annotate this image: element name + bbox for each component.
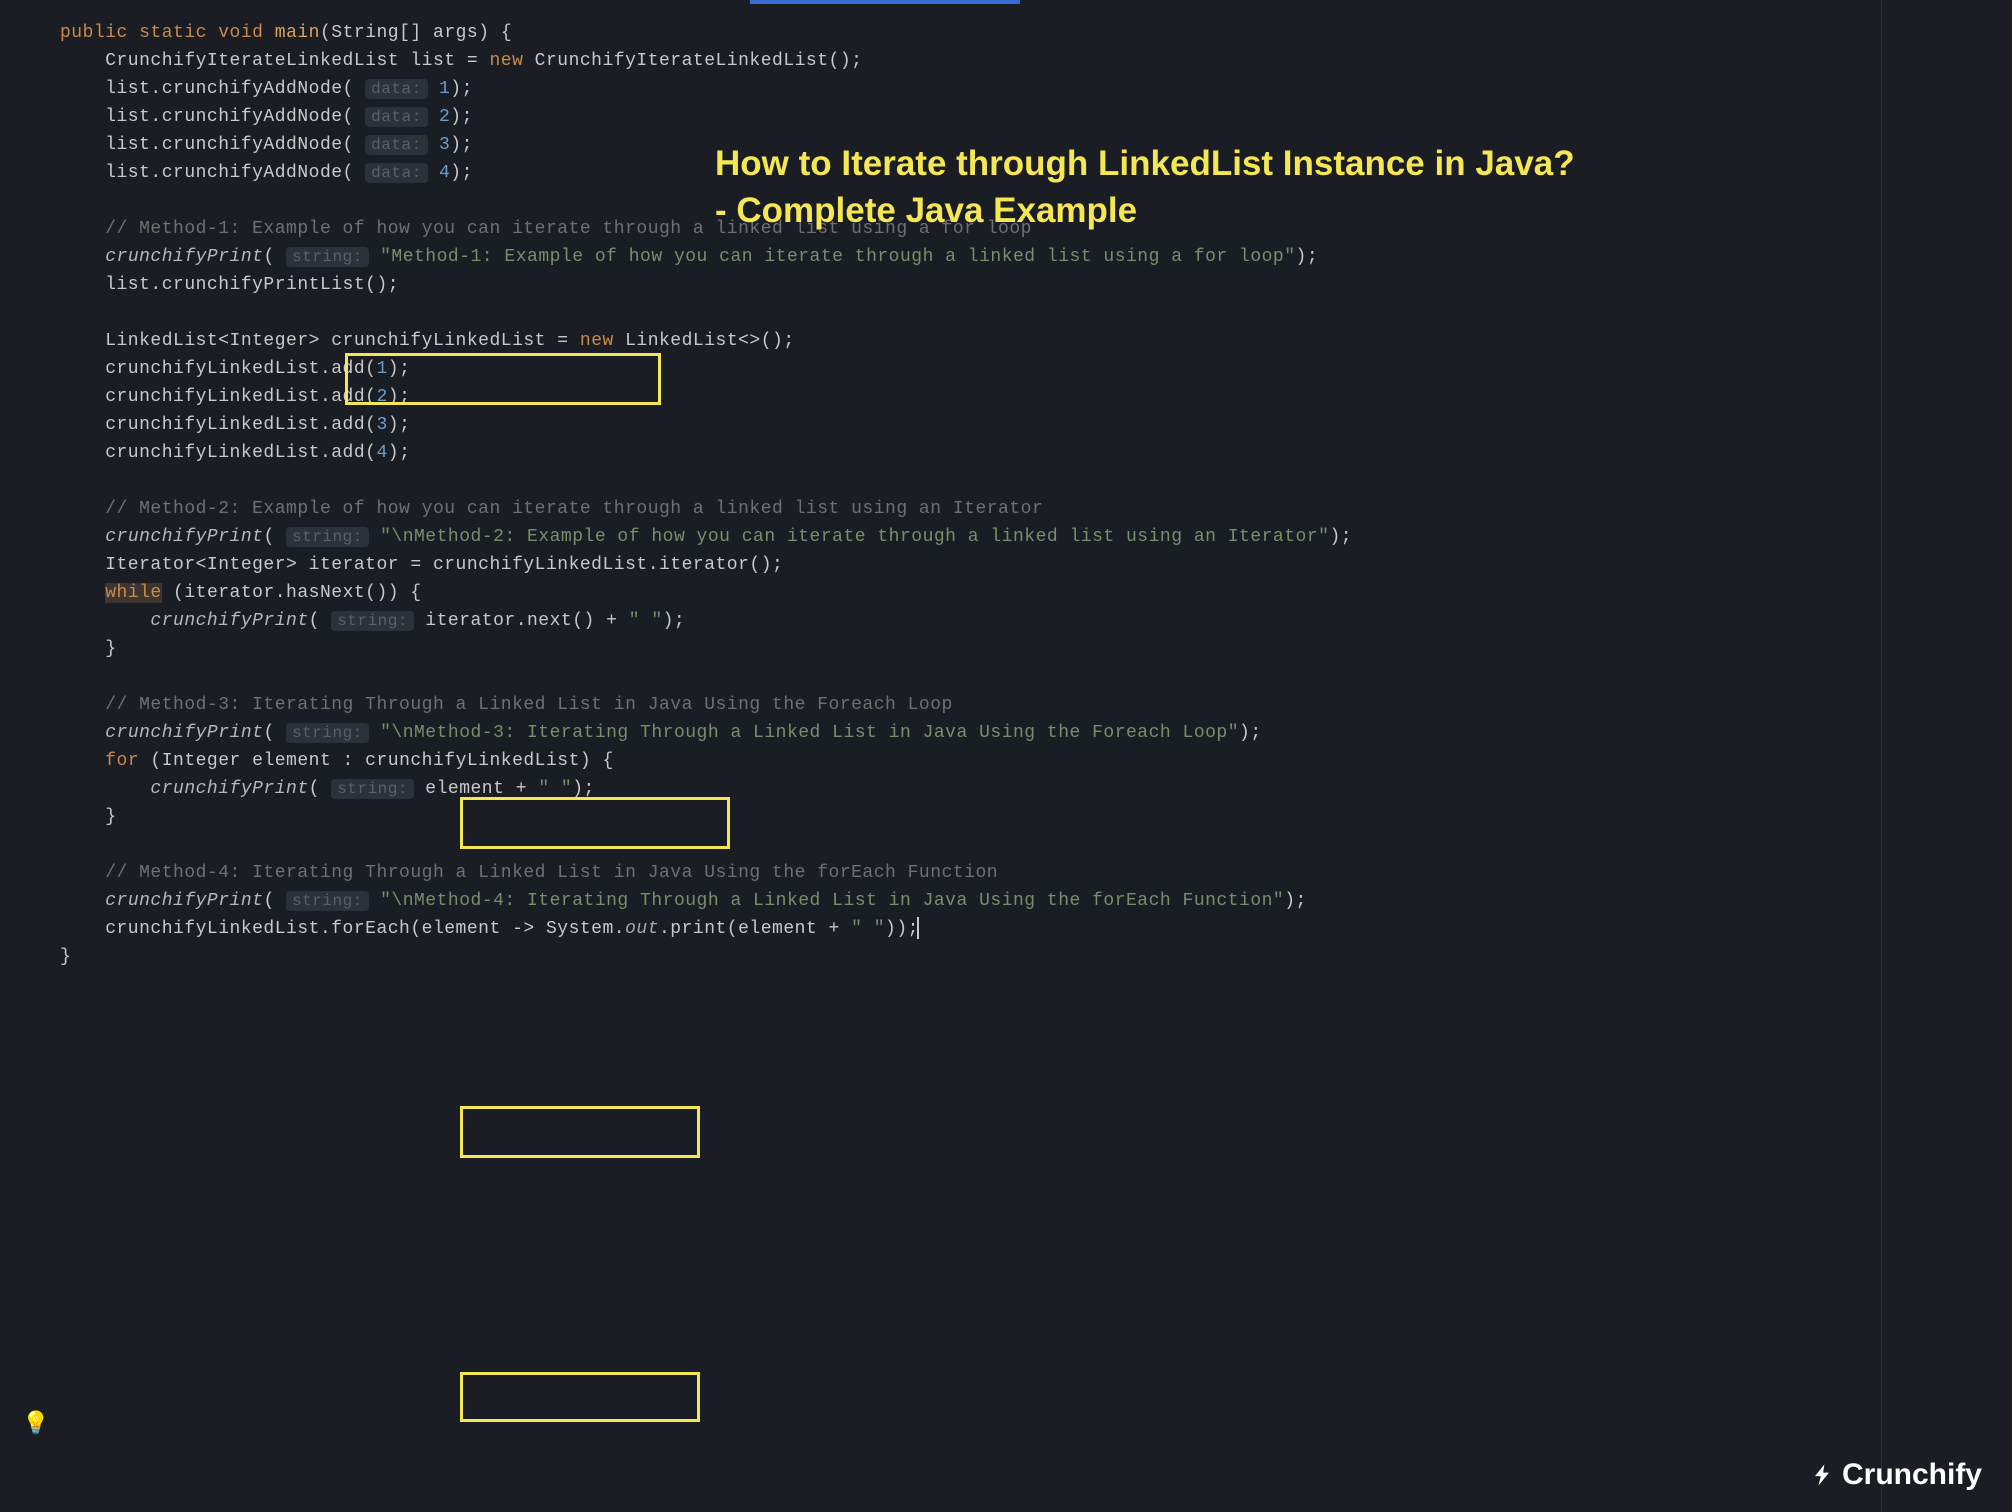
code-line: CrunchifyIterateLinkedList list = new Cr…: [60, 48, 2012, 76]
tab-active-indicator: [750, 0, 1020, 4]
keyword-static: static: [139, 23, 207, 43]
code-line: crunchifyLinkedList.add(4);: [60, 440, 2012, 468]
blank-line: [60, 832, 2012, 860]
code-line: public static void main(String[] args) {: [60, 20, 2012, 48]
keyword-while: while: [105, 583, 162, 603]
param-hint: string:: [286, 247, 369, 267]
param-hint: data:: [365, 107, 428, 127]
code-line: crunchifyPrint( string: element + " ");: [60, 776, 2012, 804]
lightbulb-icon[interactable]: 💡: [22, 1411, 49, 1437]
param-hint: string:: [286, 527, 369, 547]
crunchify-logo: Crunchify: [1808, 1458, 1982, 1492]
code-line: list.crunchifyPrintList();: [60, 272, 2012, 300]
keyword-void: void: [218, 23, 263, 43]
blank-line: [60, 300, 2012, 328]
code-comment: // Method-4: Iterating Through a Linked …: [60, 860, 2012, 888]
param-hint: data:: [365, 135, 428, 155]
code-comment: // Method-2: Example of how you can iter…: [60, 496, 2012, 524]
keyword-public: public: [60, 23, 128, 43]
blank-line: [60, 664, 2012, 692]
code-line: crunchifyLinkedList.add(1);: [60, 356, 2012, 384]
method-main: main: [275, 23, 320, 43]
code-line: }: [60, 944, 2012, 972]
code-line: LinkedList<Integer> crunchifyLinkedList …: [60, 328, 2012, 356]
code-line: crunchifyPrint( string: "Method-1: Examp…: [60, 244, 2012, 272]
blank-line: [60, 468, 2012, 496]
highlight-box-method4: [460, 1372, 700, 1422]
code-line: crunchifyPrint( string: "\nMethod-4: Ite…: [60, 888, 2012, 916]
code-line: Iterator<Integer> iterator = crunchifyLi…: [60, 552, 2012, 580]
code-line: crunchifyPrint( string: "\nMethod-3: Ite…: [60, 720, 2012, 748]
crunchify-icon: [1808, 1461, 1836, 1489]
code-line: for (Integer element : crunchifyLinkedLi…: [60, 748, 2012, 776]
slide-title: How to Iterate through LinkedList Instan…: [715, 140, 1575, 235]
param-hint: data:: [365, 163, 428, 183]
code-line: crunchifyPrint( string: "\nMethod-2: Exa…: [60, 524, 2012, 552]
code-line: }: [60, 636, 2012, 664]
code-line: crunchifyLinkedList.add(3);: [60, 412, 2012, 440]
code-line: while (iterator.hasNext()) {: [60, 580, 2012, 608]
param-hint: data:: [365, 79, 428, 99]
keyword-for: for: [105, 751, 139, 771]
highlight-box-method3: [460, 1106, 700, 1158]
param-hint: string:: [286, 891, 369, 911]
code-line: crunchifyLinkedList.add(2);: [60, 384, 2012, 412]
code-line: crunchifyLinkedList.forEach(element -> S…: [60, 916, 2012, 944]
text-cursor: [917, 917, 919, 939]
code-comment: // Method-3: Iterating Through a Linked …: [60, 692, 2012, 720]
code-line: crunchifyPrint( string: iterator.next() …: [60, 608, 2012, 636]
editor-right-margin: [1881, 0, 1882, 1512]
code-line: list.crunchifyAddNode( data: 1);: [60, 76, 2012, 104]
param-hint: string:: [331, 779, 414, 799]
code-line: list.crunchifyAddNode( data: 2);: [60, 104, 2012, 132]
param-hint: string:: [331, 611, 414, 631]
code-line: }: [60, 804, 2012, 832]
param-hint: string:: [286, 723, 369, 743]
